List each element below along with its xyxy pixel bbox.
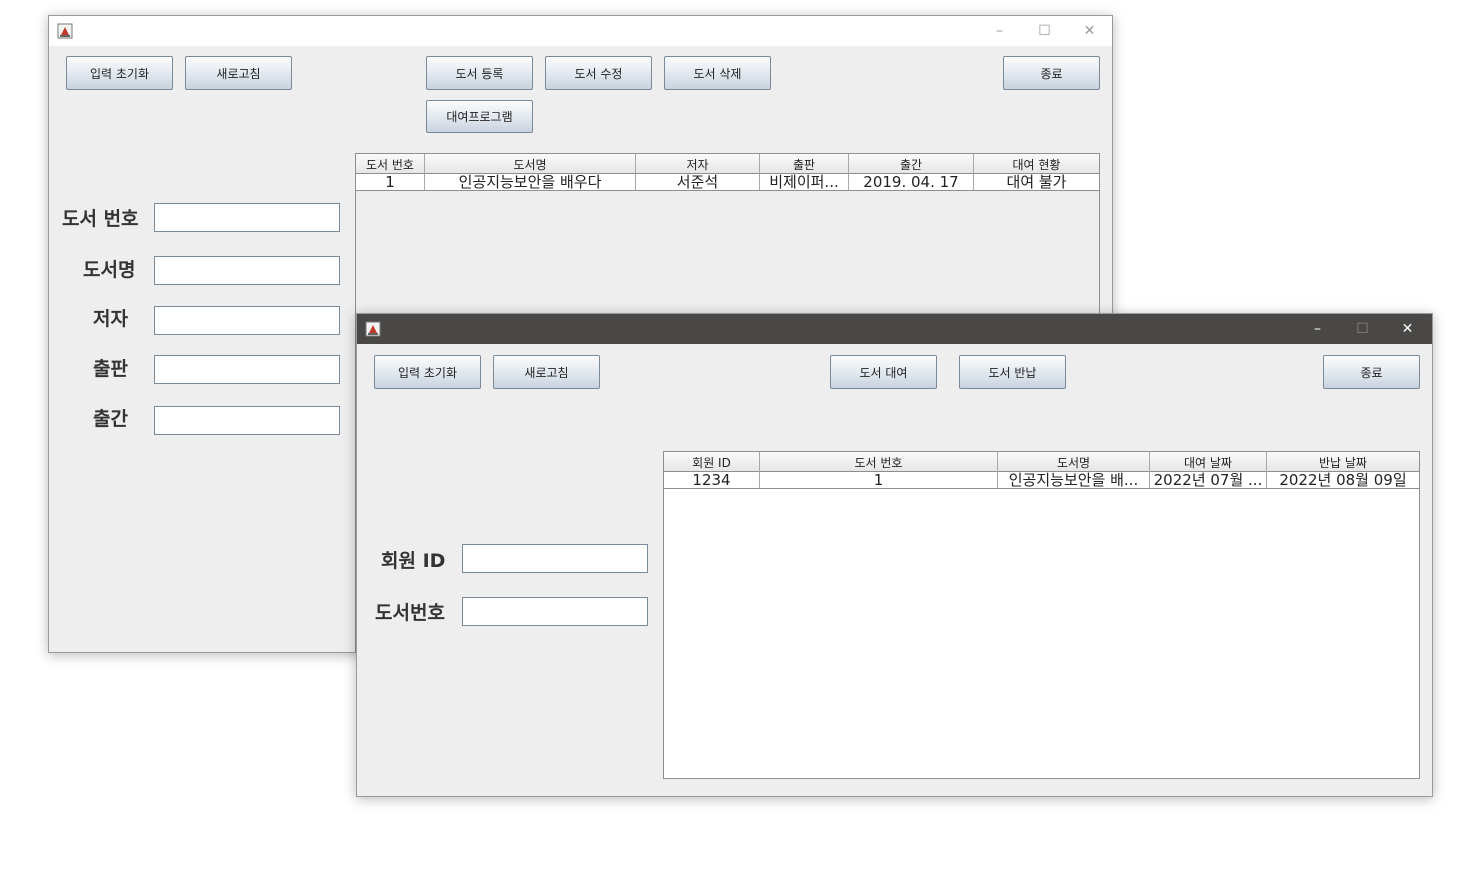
column-header[interactable]: 출간 — [849, 154, 974, 174]
return-book-button[interactable]: 도서 반납 — [959, 355, 1066, 389]
register-book-button[interactable]: 도서 등록 — [426, 56, 533, 90]
table-cell: 인공지능보안을 배우다 — [425, 174, 636, 190]
maximize-icon[interactable]: ☐ — [1340, 314, 1385, 344]
title-field[interactable] — [154, 256, 340, 285]
member-id-label: 회원 ID — [381, 550, 446, 572]
table-cell: 2022년 08월 09일 — [1279, 472, 1407, 488]
refresh-button[interactable]: 새로고침 — [185, 56, 292, 90]
publisher-field[interactable] — [154, 355, 340, 384]
book-window-titlebar[interactable]: – ☐ ✕ — [49, 16, 1112, 46]
column-header[interactable]: 도서명 — [998, 452, 1150, 472]
delete-book-button[interactable]: 도서 삭제 — [664, 56, 771, 90]
close-icon[interactable]: ✕ — [1385, 314, 1430, 344]
book-no-label: 도서번호 — [375, 602, 445, 624]
author-field[interactable] — [154, 306, 340, 335]
column-header[interactable]: 출판 — [760, 154, 849, 174]
table-cell: 비제이퍼... — [760, 174, 849, 190]
table-cell: 서준석 — [636, 174, 760, 190]
maximize-icon[interactable]: ☐ — [1022, 16, 1067, 46]
rental-table[interactable]: 회원 ID 도서 번호 도서명 대여 날짜 반납 날짜 1234 1 인공지능보… — [663, 451, 1420, 779]
java-app-icon — [57, 23, 73, 39]
java-app-icon — [365, 321, 381, 337]
rental-table-header: 회원 ID 도서 번호 도서명 대여 날짜 반납 날짜 — [664, 452, 1419, 472]
pub-date-field[interactable] — [154, 406, 340, 435]
table-cell: 2019. 04. 17 — [849, 174, 974, 190]
refresh-button[interactable]: 새로고침 — [493, 355, 600, 389]
member-id-field[interactable] — [462, 544, 648, 573]
column-header[interactable]: 도서 번호 — [356, 154, 425, 174]
exit-button[interactable]: 종료 — [1323, 355, 1420, 389]
close-icon[interactable]: ✕ — [1067, 16, 1112, 46]
exit-button[interactable]: 종료 — [1003, 56, 1100, 90]
table-row[interactable]: 1234 1 인공지능보안을 배... 2022년 07월 ... 2022년 … — [664, 472, 1419, 489]
publisher-label: 출판 — [93, 358, 128, 380]
table-cell: 인공지능보안을 배... — [998, 472, 1150, 488]
rental-window: – ☐ ✕ 입력 초기화 새로고침 도서 대여 도서 반납 종료 회원 ID 도… — [356, 313, 1433, 797]
column-header[interactable]: 회원 ID — [664, 452, 760, 472]
table-cell: 1 — [760, 472, 998, 488]
column-header[interactable]: 대여 날짜 — [1150, 452, 1267, 472]
reset-input-button[interactable]: 입력 초기화 — [66, 56, 173, 90]
table-cell: 대여 불가 — [1006, 174, 1067, 190]
pub-date-label: 출간 — [93, 408, 128, 430]
author-label: 저자 — [93, 308, 128, 330]
reset-input-button[interactable]: 입력 초기화 — [374, 355, 481, 389]
book-no-field[interactable] — [462, 597, 648, 626]
rental-window-titlebar[interactable]: – ☐ ✕ — [357, 314, 1432, 344]
column-header[interactable]: 저자 — [636, 154, 760, 174]
table-cell: 1 — [356, 174, 425, 190]
column-header[interactable]: 반납 날짜 — [1267, 452, 1419, 472]
table-cell: 1234 — [664, 472, 760, 488]
table-cell: 2022년 07월 ... — [1150, 472, 1267, 488]
table-row[interactable]: 1 인공지능보안을 배우다 서준석 비제이퍼... 2019. 04. 17 대… — [356, 174, 1099, 191]
rental-program-button[interactable]: 대여프로그램 — [426, 100, 533, 133]
title-label: 도서명 — [83, 259, 136, 281]
column-header[interactable]: 도서명 — [425, 154, 636, 174]
book-table-header: 도서 번호 도서명 저자 출판 출간 대여 현황 — [356, 154, 1099, 174]
minimize-icon[interactable]: – — [977, 16, 1022, 46]
minimize-icon[interactable]: – — [1295, 314, 1340, 344]
edit-book-button[interactable]: 도서 수정 — [545, 56, 652, 90]
rent-book-button[interactable]: 도서 대여 — [830, 355, 937, 389]
book-no-label: 도서 번호 — [62, 208, 139, 230]
column-header[interactable]: 도서 번호 — [760, 452, 998, 472]
book-no-field[interactable] — [154, 203, 340, 232]
column-header[interactable]: 대여 현황 — [974, 154, 1099, 174]
